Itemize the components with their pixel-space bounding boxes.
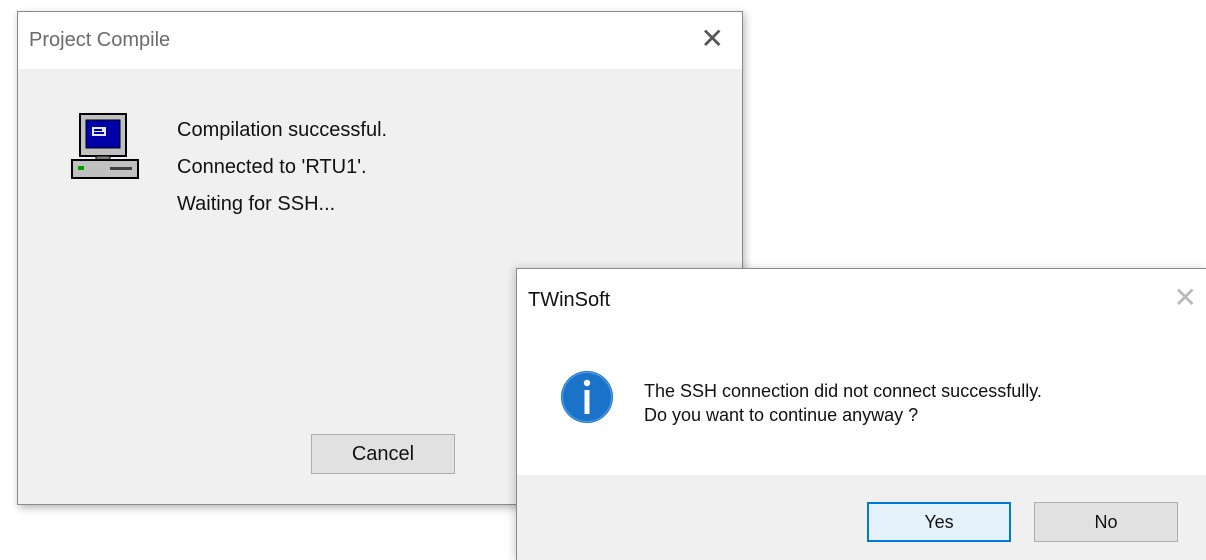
twinsoft-dialog: TWinSoft ✕ The SSH connection did not co…: [516, 268, 1206, 560]
computer-icon: [71, 113, 139, 179]
twinsoft-message: The SSH connection did not connect succe…: [644, 379, 1042, 427]
close-icon[interactable]: ✕: [701, 24, 724, 54]
compile-titlebar[interactable]: Project Compile ✕: [18, 12, 742, 69]
twinsoft-dialog-title: TWinSoft: [528, 289, 611, 311]
cancel-button[interactable]: Cancel: [311, 434, 455, 474]
info-icon: [561, 371, 613, 423]
status-line: Connected to 'RTU1'.: [177, 156, 367, 178]
yes-button[interactable]: Yes: [867, 502, 1011, 542]
status-line: Waiting for SSH...: [177, 193, 336, 215]
message-line: The SSH connection did not connect succe…: [644, 381, 1042, 401]
compile-dialog-title: Project Compile: [29, 29, 171, 51]
desktop: Project Compile ✕ Compilation successful…: [0, 0, 1206, 560]
status-line: Compilation successful.: [177, 119, 388, 141]
message-line: Do you want to continue anyway ?: [644, 405, 919, 425]
no-button[interactable]: No: [1034, 502, 1178, 542]
compile-status-text: Compilation successful. Connected to 'RT…: [177, 112, 387, 223]
close-icon[interactable]: ✕: [1174, 283, 1197, 313]
